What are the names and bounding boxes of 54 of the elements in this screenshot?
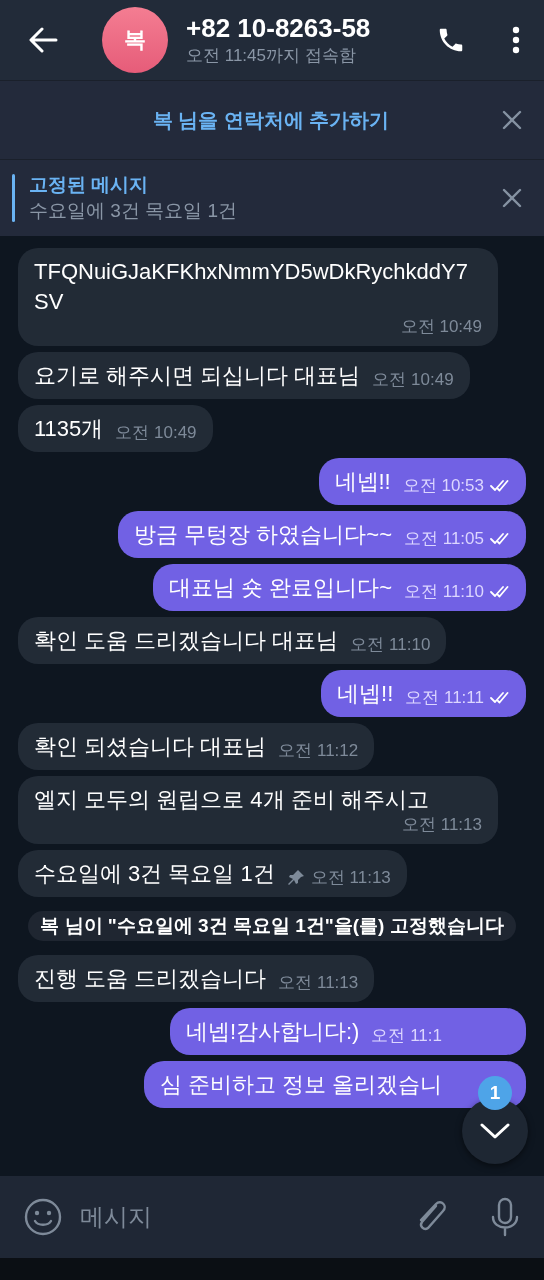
outgoing-message-bubble[interactable]: 방금 무텅장 하였습니다~~ 오전 11:05 xyxy=(118,511,526,558)
incoming-message-bubble[interactable]: 수요일에 3건 목요일 1건 오전 11:13 xyxy=(18,850,407,897)
message-text: 심 준비하고 정보 올리겠습니 xyxy=(159,1071,442,1099)
incoming-message-bubble[interactable]: 엘지 모두의 원립으로 4개 준비 해주시고 오전 11:13 xyxy=(18,776,498,844)
more-icon[interactable] xyxy=(512,26,520,54)
message-time: 오전 11:12 xyxy=(278,741,359,761)
incoming-message-bubble[interactable]: 진행 도움 드리겠습니다 오전 11:13 xyxy=(18,955,375,1002)
message-text: 네넵!감사합니다:) xyxy=(185,1018,360,1046)
message-time: 오전 11:13 xyxy=(278,973,359,993)
message-time: 오전 11:13 xyxy=(402,815,482,835)
message-time: 오전 11:10 xyxy=(350,635,431,655)
contact-name: +82 10-8263-58 xyxy=(186,12,372,44)
emoji-icon[interactable] xyxy=(24,1198,62,1236)
message-input[interactable]: 메시지 xyxy=(78,1196,398,1238)
incoming-message-bubble[interactable]: 확인 되셨습니다 대표님 오전 11:12 xyxy=(18,723,375,770)
message-time: 오전 10:49 xyxy=(372,370,454,390)
message-text: 대표님 숏 완료입니다~ xyxy=(168,574,392,602)
last-seen-status: 오전 11:45까지 접속함 xyxy=(186,45,357,67)
message-time: 오전 10:53 xyxy=(402,476,484,496)
incoming-message-bubble[interactable]: 확인 도움 드리겠습니다 대표님 오전 11:10 xyxy=(18,617,447,664)
message-time: 오전 10:49 xyxy=(400,317,482,337)
message-text: 네넵!! xyxy=(337,680,394,708)
back-icon[interactable] xyxy=(28,27,58,53)
message-text: TFQNuiGJaKFKhxNmmYD5wDkRychkddY7SV xyxy=(34,258,469,316)
pinned-title: 고정된 메시지 xyxy=(29,173,150,197)
message-composer[interactable]: 메시지 xyxy=(0,1176,544,1258)
outgoing-message-bubble[interactable]: 네넵!! 오전 10:53 xyxy=(318,458,526,505)
message-time: 오전 11:05 xyxy=(404,529,484,549)
pinned-message-text[interactable]: 수요일에 3건 목요일 1건 xyxy=(29,198,502,224)
message-time: 오전 11:13 xyxy=(310,868,391,888)
message-time: 오전 10:49 xyxy=(115,423,197,443)
message-text: 엘지 모두의 원립으로 4개 준비 해주시고 xyxy=(34,786,429,814)
outgoing-message-bubble[interactable]: 네넵!! 오전 11:11 xyxy=(321,670,526,717)
outgoing-message-bubble[interactable]: 대표님 숏 완료입니다~ 오전 11:10 xyxy=(152,564,526,611)
message-text: 요기로 해주시면 되십니다 대표님 xyxy=(34,362,361,390)
message-text: 확인 도움 드리겠습니다 대표님 xyxy=(34,627,339,655)
message-text: 진행 도움 드리겠습니다 xyxy=(34,965,267,993)
chevron-down-icon[interactable] xyxy=(480,1122,510,1140)
message-time: 오전 11:10 xyxy=(404,582,484,602)
message-time: 오전 11:1 xyxy=(371,1026,442,1046)
incoming-message-bubble[interactable]: 요기로 해주시면 되십니다 대표님 오전 10:49 xyxy=(18,352,470,399)
incoming-message-bubble[interactable]: 1135개 오전 10:49 xyxy=(18,405,213,452)
incoming-message-bubble[interactable]: TFQNuiGJaKFKhxNmmYD5wDkRychkddY7SV 오전 10:49 xyxy=(18,248,498,346)
message-text: 수요일에 3건 목요일 1건 xyxy=(34,860,275,888)
close-icon[interactable] xyxy=(502,188,522,208)
microphone-icon[interactable] xyxy=(490,1197,520,1237)
message-time: 오전 11:11 xyxy=(405,688,484,708)
message-text: 확인 되셨습니다 대표님 xyxy=(34,733,267,761)
message-text: 1135개 xyxy=(34,415,104,443)
message-text: 방금 무텅장 하였습니다~~ xyxy=(134,521,392,549)
close-icon[interactable] xyxy=(502,110,522,130)
message-text: 네넵!! xyxy=(334,468,391,496)
service-message: 복 님이 "수요일에 3건 목요일 1건"을(를) 고정했습니다 xyxy=(28,911,516,941)
outgoing-message-bubble[interactable]: 네넵!감사합니다:) 오전 11:1 xyxy=(169,1008,526,1055)
